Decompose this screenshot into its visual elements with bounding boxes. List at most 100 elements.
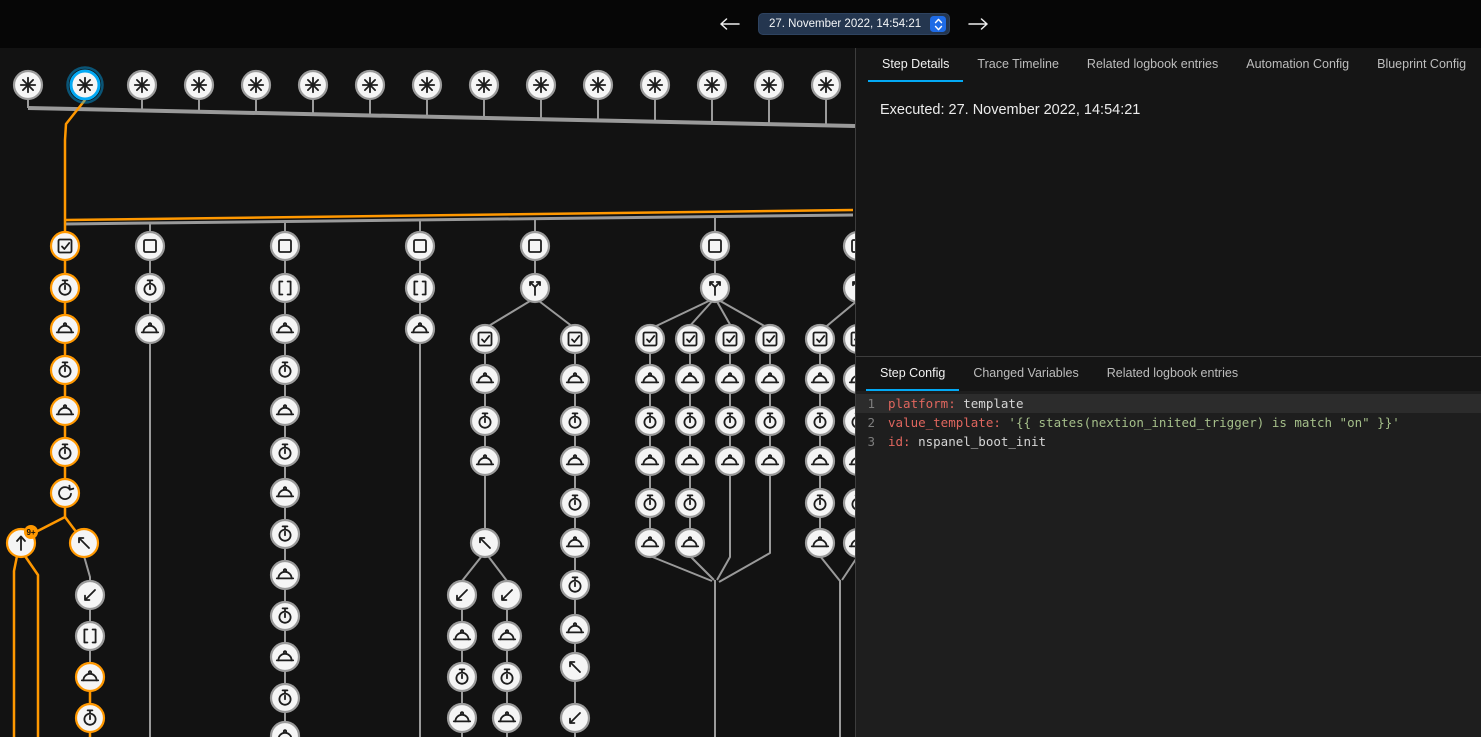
previous-trace-button[interactable] [714, 12, 744, 36]
tab-trace-timeline[interactable]: Trace Timeline [963, 48, 1073, 82]
split-node[interactable] [521, 274, 549, 302]
service-node[interactable] [271, 561, 299, 589]
condition-node[interactable] [716, 325, 744, 353]
service-node[interactable] [716, 447, 744, 475]
service-node[interactable] [756, 365, 784, 393]
timer-node[interactable] [136, 274, 164, 302]
arrow-diag-up-node[interactable] [70, 529, 98, 557]
service-node[interactable] [271, 479, 299, 507]
arrow-up-node[interactable]: 9+ [7, 525, 38, 557]
tab-blueprint-config[interactable]: Blueprint Config [1363, 48, 1480, 82]
square-node[interactable] [701, 232, 729, 260]
tab-related-logbook-entries[interactable]: Related logbook entries [1093, 357, 1252, 391]
timer-node[interactable] [51, 356, 79, 384]
service-node[interactable] [51, 397, 79, 425]
condition-node[interactable] [636, 325, 664, 353]
service-node[interactable] [636, 529, 664, 557]
service-node[interactable] [756, 447, 784, 475]
timer-node[interactable] [471, 407, 499, 435]
condition-node[interactable] [471, 325, 499, 353]
service-node[interactable] [806, 365, 834, 393]
trigger-node[interactable] [128, 71, 156, 99]
timer-node[interactable] [636, 489, 664, 517]
service-node[interactable] [406, 315, 434, 343]
timer-node[interactable] [806, 489, 834, 517]
trigger-node[interactable] [14, 71, 42, 99]
arrow-diag-down-node[interactable] [493, 581, 521, 609]
next-trace-button[interactable] [964, 12, 994, 36]
timer-node[interactable] [756, 407, 784, 435]
timer-node[interactable] [448, 663, 476, 691]
trigger-node[interactable] [185, 71, 213, 99]
service-node[interactable] [676, 365, 704, 393]
condition-node[interactable] [806, 325, 834, 353]
service-node[interactable] [806, 447, 834, 475]
service-node[interactable] [448, 704, 476, 732]
square-node[interactable] [136, 232, 164, 260]
service-node[interactable] [561, 529, 589, 557]
timer-node[interactable] [76, 704, 104, 732]
service-node[interactable] [636, 365, 664, 393]
service-node[interactable] [136, 315, 164, 343]
trigger-node[interactable] [68, 68, 103, 103]
service-node[interactable] [271, 315, 299, 343]
condition-node[interactable] [561, 325, 589, 353]
square-node[interactable] [521, 232, 549, 260]
service-node[interactable] [471, 447, 499, 475]
arrow-diag-up-node[interactable] [471, 529, 499, 557]
service-node[interactable] [76, 663, 104, 691]
split-node[interactable] [701, 274, 729, 302]
trigger-node[interactable] [584, 71, 612, 99]
arrow-diag-down-node[interactable] [448, 581, 476, 609]
square-node[interactable] [271, 232, 299, 260]
timer-node[interactable] [493, 663, 521, 691]
service-node[interactable] [676, 447, 704, 475]
arrow-diag-down-node[interactable] [76, 581, 104, 609]
tab-step-config[interactable]: Step Config [866, 357, 959, 391]
arrow-diag-down-node[interactable] [561, 704, 589, 732]
timer-node[interactable] [716, 407, 744, 435]
code-line[interactable]: 2value_template: '{{ states(nextion_init… [856, 413, 1481, 432]
square-node[interactable] [406, 232, 434, 260]
service-node[interactable] [51, 315, 79, 343]
service-node[interactable] [448, 622, 476, 650]
arrow-diag-up-node[interactable] [561, 653, 589, 681]
trace-date-select[interactable]: 27. November 2022, 14:54:21 [758, 13, 950, 35]
timer-node[interactable] [51, 274, 79, 302]
timer-node[interactable] [271, 356, 299, 384]
timer-node[interactable] [51, 438, 79, 466]
trigger-node[interactable] [755, 71, 783, 99]
trigger-node[interactable] [356, 71, 384, 99]
tab-automation-config[interactable]: Automation Config [1232, 48, 1363, 82]
tab-changed-variables[interactable]: Changed Variables [959, 357, 1092, 391]
service-node[interactable] [561, 615, 589, 643]
service-node[interactable] [493, 622, 521, 650]
timer-node[interactable] [561, 571, 589, 599]
service-node[interactable] [561, 365, 589, 393]
service-node[interactable] [806, 529, 834, 557]
trigger-node[interactable] [641, 71, 669, 99]
service-node[interactable] [676, 529, 704, 557]
condition-node[interactable] [51, 232, 79, 260]
service-node[interactable] [271, 722, 299, 737]
trigger-node[interactable] [527, 71, 555, 99]
timer-node[interactable] [676, 489, 704, 517]
timer-node[interactable] [271, 520, 299, 548]
timer-node[interactable] [271, 438, 299, 466]
service-node[interactable] [636, 447, 664, 475]
repeat-node[interactable] [51, 479, 79, 507]
service-node[interactable] [271, 397, 299, 425]
code-line[interactable]: 1platform: template [856, 394, 1481, 413]
service-node[interactable] [271, 643, 299, 671]
timer-node[interactable] [561, 407, 589, 435]
timer-node[interactable] [676, 407, 704, 435]
condition-node[interactable] [756, 325, 784, 353]
brackets-node[interactable] [76, 622, 104, 650]
tab-related-logbook-entries[interactable]: Related logbook entries [1073, 48, 1232, 82]
timer-node[interactable] [271, 602, 299, 630]
service-node[interactable] [561, 447, 589, 475]
brackets-node[interactable] [406, 274, 434, 302]
timer-node[interactable] [636, 407, 664, 435]
trigger-node[interactable] [299, 71, 327, 99]
timer-node[interactable] [806, 407, 834, 435]
